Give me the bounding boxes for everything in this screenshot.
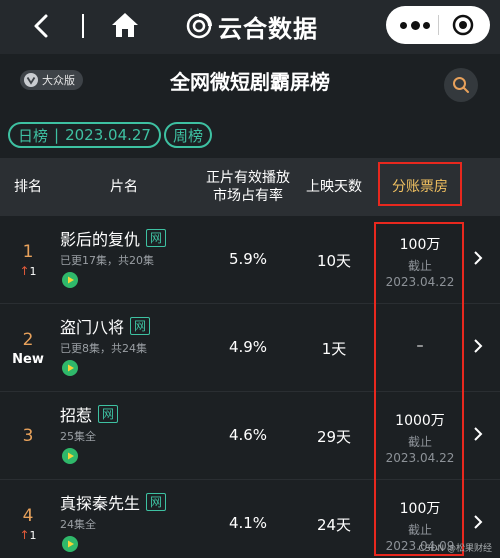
page-title: 全网微短剧霸屏榜 [170,70,330,94]
watermark: CSDN @松果财经 [418,544,492,554]
brand-name: 云合数据 [218,14,318,43]
days-value: 24天 [316,516,352,534]
rank-change: ↑1 [8,264,48,278]
date-value: 2023.04.27 [65,126,151,144]
rank-change-value: 1 [29,265,37,278]
episode-info: 25集全 [60,430,96,443]
drama-title: 盗门八将 [60,318,125,337]
chevron-right-icon[interactable] [472,426,484,442]
rank-up-icon: ↑ [19,264,30,278]
days-value: 29天 [316,428,352,446]
title-wrap: 真探秦先生 网 [60,492,167,513]
column-rank: 排名 [14,179,42,195]
episode-info: 已更17集，共20集 [60,254,154,267]
chevron-right-icon[interactable] [472,514,484,530]
platform-logo-icon [62,360,78,376]
platform-logo-icon [62,536,78,552]
network-badge: 网 [130,317,151,335]
search-icon [453,77,469,93]
network-badge: 网 [98,405,119,423]
days-value: 10天 [316,252,352,270]
network-badge: 网 [146,229,167,247]
rank-number: 2 [22,330,34,350]
search-button[interactable] [444,68,478,102]
title-wrap: 盗门八将 网 [60,316,151,337]
column-share-line1: 正片有效播放 [206,170,290,186]
market-share-value: 5.9% [228,250,268,268]
market-share-value: 4.1% [228,514,268,532]
more-icon[interactable] [400,18,430,32]
chevron-right-icon[interactable] [472,338,484,354]
days-value: 1天 [321,340,347,358]
platform-logo-icon [62,448,78,464]
rank-number: 4 [22,506,34,526]
rank-change: ↑1 [8,528,48,542]
drama-title: 影后的复仇 [60,230,141,249]
home-icon[interactable] [110,10,140,40]
episode-info: 已更8集，共24集 [60,342,147,355]
network-badge: 网 [146,493,167,511]
highlight-box-header [378,162,462,206]
highlight-box-column [374,222,464,556]
platform-logo-icon [62,272,78,288]
week-filter-chip[interactable]: 周榜 [164,122,213,148]
rank-change-value: 1 [29,529,37,542]
drama-title: 真探秦先生 [60,494,141,513]
rank-number: 1 [22,242,34,262]
mini-program-capsule [386,6,490,44]
column-name: 片名 [110,179,138,195]
rank-change: New [8,352,48,367]
episode-info: 24集全 [60,518,96,531]
close-target-icon[interactable] [452,14,474,36]
nav-divider [82,14,84,38]
brand: 云合数据 [186,10,318,43]
column-days: 上映天数 [306,179,362,195]
date-filter-chip[interactable]: 日榜 | 2023.04.27 [8,122,161,148]
capsule-divider [438,15,439,35]
market-share-value: 4.9% [228,338,268,356]
brand-logo-icon [186,13,212,39]
rank-change-value: New [12,352,44,367]
date-type-label: 日榜 [18,126,49,145]
drama-title: 招惹 [60,406,93,425]
title-wrap: 影后的复仇 网 [60,228,167,249]
rank-number: 3 [22,426,34,446]
top-app-bar: 云合数据 [0,0,500,54]
rank-up-icon: ↑ [19,528,30,542]
back-arrow-icon[interactable] [28,12,56,40]
column-market-share: 正片有效播放 市场占有率 [196,169,300,205]
chip-divider: | [54,126,60,144]
title-wrap: 招惹 网 [60,404,119,425]
column-share-line2: 市场占有率 [213,188,283,204]
chevron-right-icon[interactable] [472,250,484,266]
market-share-value: 4.6% [228,426,268,444]
